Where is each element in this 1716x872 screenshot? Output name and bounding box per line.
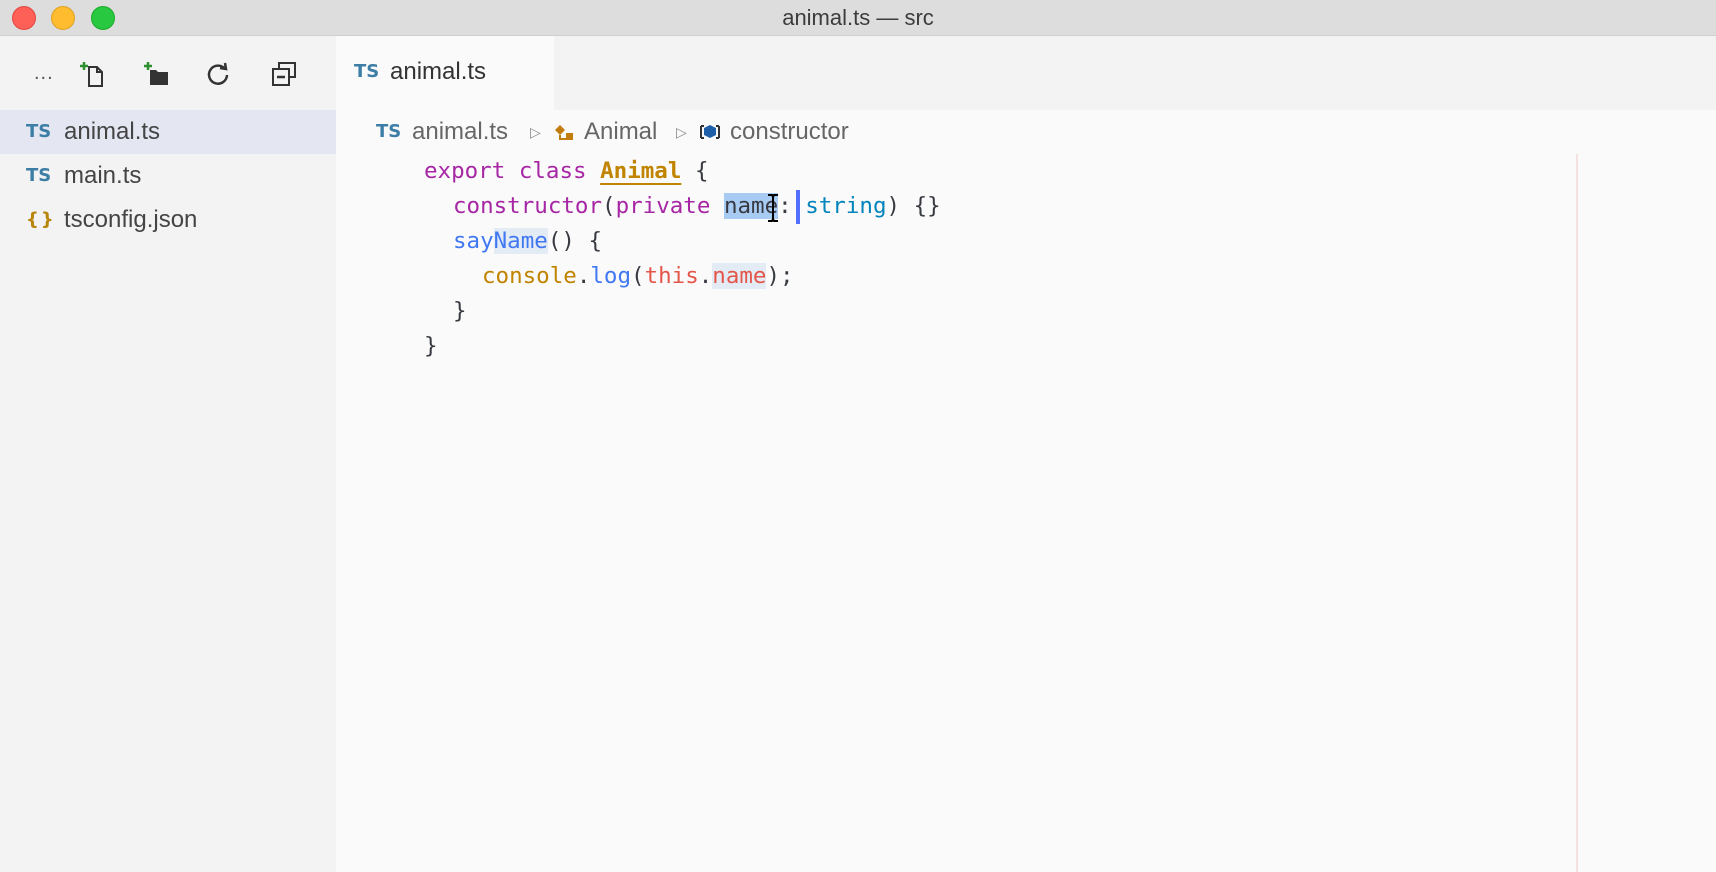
typescript-file-icon: TS [26, 165, 52, 186]
breadcrumb-item-file[interactable]: animal.ts [412, 110, 508, 154]
breadcrumb-item-method[interactable]: constructor [730, 110, 849, 154]
tab-bar: TS animal.ts [336, 36, 1716, 110]
file-item-tsconfig-json[interactable]: {} tsconfig.json [0, 198, 336, 242]
editor-pane: TS animal.ts TS animal.ts ▷ Animal ▷ con… [336, 36, 1716, 872]
method-icon [700, 125, 720, 139]
tab-animal-ts[interactable]: TS animal.ts [336, 36, 554, 110]
new-file-icon [80, 62, 103, 87]
file-label: tsconfig.json [64, 206, 198, 233]
refresh-icon [207, 62, 229, 85]
typescript-file-icon: TS [354, 61, 380, 82]
code-line-6: } [424, 333, 438, 359]
editor-ruler [1576, 154, 1578, 872]
class-icon [555, 125, 573, 140]
text-cursor [796, 190, 800, 224]
code-line-4: console.log(this.name); [482, 263, 794, 289]
code-line-1: export class Animal { [424, 158, 709, 184]
title-bar: animal.ts — src [0, 0, 1716, 36]
chevron-right-icon: ▷ [676, 124, 687, 140]
tab-label: animal.ts [390, 58, 487, 85]
ibeam-cursor-icon [768, 194, 778, 222]
refresh-button[interactable] [202, 58, 234, 90]
file-label: animal.ts [64, 118, 161, 145]
collapse-all-button[interactable] [268, 58, 300, 90]
file-item-main-ts[interactable]: TS main.ts [0, 154, 336, 198]
typescript-file-icon: TS [376, 121, 402, 142]
window-title: animal.ts — src [782, 5, 934, 30]
file-explorer: ... TS animal.ts TS main.ts {} tsconfig.… [0, 36, 336, 872]
file-item-animal-ts[interactable]: TS animal.ts [0, 110, 336, 154]
new-folder-icon [144, 62, 168, 85]
code-line-2: constructor(private name: string) {} [453, 193, 941, 219]
code-line-5: } [453, 298, 467, 324]
new-file-button[interactable] [76, 58, 108, 90]
code-line-3: sayName() { [453, 228, 603, 254]
collapse-all-icon [272, 62, 296, 86]
json-file-icon: {} [26, 209, 56, 230]
breadcrumb: TS animal.ts ▷ Animal ▷ constructor [336, 110, 1716, 154]
more-actions-button[interactable]: ... [34, 62, 54, 85]
file-label: main.ts [64, 162, 142, 189]
breadcrumb-item-class[interactable]: Animal [584, 110, 657, 154]
file-list: TS animal.ts TS main.ts {} tsconfig.json [0, 110, 336, 242]
explorer-toolbar: ... [0, 36, 336, 110]
chevron-right-icon: ▷ [530, 124, 541, 140]
typescript-file-icon: TS [26, 121, 52, 142]
new-folder-button[interactable] [140, 58, 172, 90]
